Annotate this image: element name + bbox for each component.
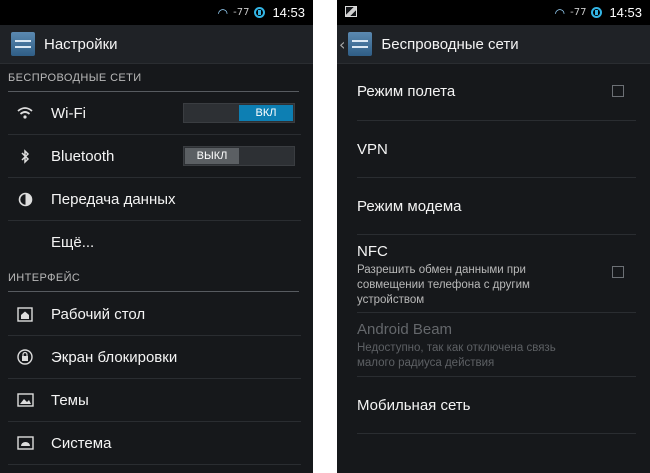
setting-nfc[interactable]: NFC Разрешить обмен данными при совмещен… — [357, 235, 636, 313]
signal-strength: -77 — [570, 7, 587, 18]
settings-item-label: Экран блокировки — [51, 348, 178, 366]
nfc-checkbox[interactable] — [612, 266, 624, 278]
settings-item-lockscreen[interactable]: Экран блокировки — [8, 336, 301, 379]
setting-title: Мобильная сеть — [357, 397, 471, 414]
settings-item-label: Рабочий стол — [51, 305, 146, 323]
status-bar: ◠ -77 14:53 — [337, 0, 650, 25]
wifi-status-icon: ◠ — [217, 5, 229, 20]
battery-icon — [254, 7, 266, 18]
settings-item-label: Wi-Fi — [51, 104, 86, 122]
setting-title: NFC — [357, 243, 388, 260]
settings-item-label: Система — [51, 434, 112, 452]
status-bar: ◠ -77 14:53 — [0, 0, 313, 25]
settings-item-more[interactable]: Ещё... — [8, 221, 301, 263]
settings-item-label: Темы — [51, 391, 89, 409]
settings-item-system[interactable]: Система — [8, 422, 301, 465]
home-icon — [14, 306, 36, 322]
wifi-toggle[interactable]: ВКЛ — [183, 103, 295, 123]
settings-item-label: Bluetooth — [51, 147, 115, 165]
lock-icon — [14, 349, 36, 365]
action-bar[interactable]: ‹ Беспроводные сети — [337, 25, 650, 64]
image-notification-icon — [345, 6, 357, 17]
setting-vpn[interactable]: VPN — [357, 121, 636, 178]
section-header-interface: ИНТЕРФЕЙС — [8, 272, 299, 292]
settings-app-icon[interactable] — [348, 32, 373, 56]
settings-item-label: Ещё... — [51, 233, 95, 251]
setting-description: Разрешить обмен данными при совмещении т… — [357, 264, 530, 306]
setting-title: Режим полета — [357, 83, 456, 100]
page-title: Беспроводные сети — [381, 35, 519, 53]
back-caret-icon[interactable]: ‹ — [339, 35, 345, 54]
setting-android-beam: Android Beam Недоступно, так как отключе… — [357, 313, 636, 377]
setting-mobile-network[interactable]: Мобильная сеть — [357, 377, 636, 434]
image-icon — [14, 393, 36, 407]
settings-item-bluetooth[interactable]: Bluetooth ВЫКЛ — [8, 135, 301, 178]
settings-item-desktop[interactable]: Рабочий стол — [8, 293, 301, 336]
settings-item-data-usage[interactable]: Передача данных — [8, 178, 301, 221]
bluetooth-icon — [14, 148, 36, 164]
signal-strength: -77 — [233, 7, 250, 18]
airplane-mode-checkbox[interactable] — [612, 85, 624, 97]
wifi-status-icon: ◠ — [554, 5, 566, 20]
page-title: Настройки — [44, 35, 118, 53]
settings-screen: ◠ -77 14:53 Настройки БЕСПРОВОДНЫЕ СЕТИ … — [0, 0, 313, 473]
settings-item-themes[interactable]: Темы — [8, 379, 301, 422]
clock: 14:53 — [609, 5, 642, 20]
wifi-icon — [14, 106, 36, 120]
settings-app-icon[interactable] — [11, 32, 35, 56]
setting-airplane-mode[interactable]: Режим полета — [357, 63, 636, 121]
battery-icon — [591, 7, 603, 18]
clock: 14:53 — [272, 5, 305, 20]
toggle-knob: ВКЛ — [239, 105, 293, 121]
bluetooth-toggle[interactable]: ВЫКЛ — [183, 146, 295, 166]
wireless-settings-screen: ◠ -77 14:53 ‹ Беспроводные сети Режим по… — [337, 0, 650, 473]
settings-item-label: Передача данных — [51, 190, 176, 208]
setting-description: Недоступно, так как отключена связь мало… — [357, 342, 556, 369]
section-header-wireless: БЕСПРОВОДНЫЕ СЕТИ — [8, 72, 299, 92]
data-usage-icon — [14, 192, 36, 207]
action-bar: Настройки — [0, 25, 313, 64]
toggle-knob: ВЫКЛ — [185, 148, 239, 164]
android-icon — [14, 436, 36, 450]
setting-title: Android Beam — [357, 321, 453, 338]
setting-tethering[interactable]: Режим модема — [357, 178, 636, 235]
settings-item-wifi[interactable]: Wi-Fi ВКЛ — [8, 92, 301, 135]
setting-title: Режим модема — [357, 198, 462, 215]
setting-title: VPN — [357, 141, 388, 158]
